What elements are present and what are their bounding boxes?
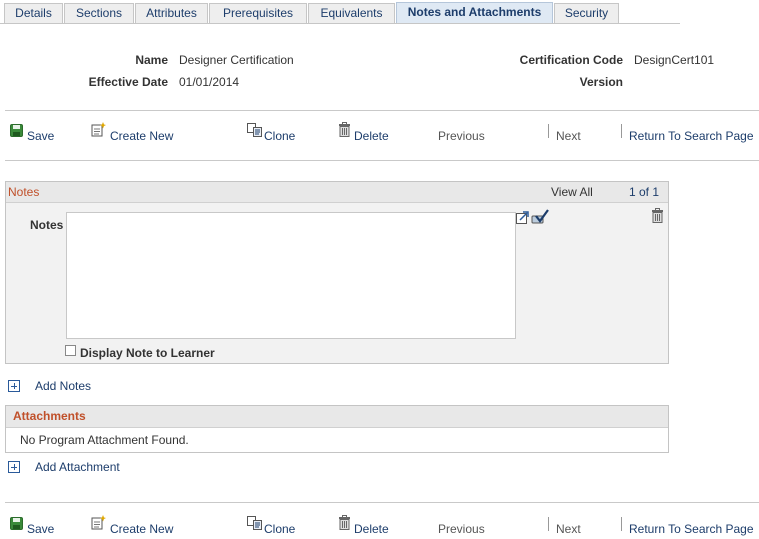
tab-prerequisites[interactable]: Prerequisites: [209, 3, 307, 23]
create-new-button[interactable]: Create New: [110, 129, 173, 143]
add-notes-icon[interactable]: [8, 380, 20, 392]
notes-grid-title: Notes: [8, 185, 40, 199]
save-icon[interactable]: [10, 124, 23, 140]
clone-button[interactable]: Clone: [264, 129, 295, 143]
previous-button[interactable]: Previous: [438, 522, 485, 536]
delete-icon[interactable]: [338, 515, 351, 533]
tab-underline: [0, 23, 680, 24]
attachments-title: Attachments: [13, 409, 86, 423]
save-button[interactable]: Save: [27, 522, 54, 536]
delete-button[interactable]: Delete: [354, 522, 389, 536]
attachments-header: Attachments: [6, 406, 668, 428]
spell-check-icon[interactable]: [531, 209, 549, 228]
next-button[interactable]: Next: [556, 522, 581, 536]
toolbar-separator: [548, 124, 549, 138]
tab-details[interactable]: Details: [4, 3, 63, 23]
toolbar-separator: [621, 124, 622, 138]
name-value: Designer Certification: [179, 53, 294, 67]
expand-icon[interactable]: [516, 211, 529, 227]
previous-button[interactable]: Previous: [438, 129, 485, 143]
certification-code-label: Certification Code: [519, 53, 623, 67]
save-icon[interactable]: [10, 517, 23, 533]
add-attachment-link[interactable]: Add Attachment: [35, 460, 120, 474]
display-note-label: Display Note to Learner: [80, 346, 215, 360]
return-to-search-link[interactable]: Return To Search Page: [629, 129, 754, 143]
divider-mid: [5, 160, 759, 161]
clone-icon[interactable]: [247, 123, 263, 141]
tab-equivalents[interactable]: Equivalents: [308, 3, 395, 23]
toolbar-separator: [548, 517, 549, 531]
delete-button[interactable]: Delete: [354, 129, 389, 143]
attachments-empty-message: No Program Attachment Found.: [20, 433, 189, 447]
tab-notes-and-attachments[interactable]: Notes and Attachments: [396, 2, 553, 24]
trash-icon[interactable]: [651, 208, 664, 226]
version-label: Version: [579, 75, 623, 89]
effective-date-value: 01/01/2014: [179, 75, 240, 89]
notes-grid-header: Notes View All 1 of 1: [6, 182, 668, 203]
display-note-checkbox[interactable]: [65, 345, 76, 356]
attachments-grid: Attachments No Program Attachment Found.: [5, 405, 669, 453]
tab-security[interactable]: Security: [554, 3, 619, 23]
return-to-search-link[interactable]: Return To Search Page: [629, 522, 754, 536]
view-all-link[interactable]: View All: [551, 185, 593, 199]
tab-bar: Details Sections Attributes Prerequisite…: [0, 0, 759, 25]
save-button[interactable]: Save: [27, 129, 54, 143]
certification-code-value: DesignCert101: [634, 53, 715, 67]
add-notes-link[interactable]: Add Notes: [35, 379, 91, 393]
divider-bottom: [5, 502, 759, 503]
toolbar-separator: [621, 517, 622, 531]
name-label: Name: [135, 53, 168, 67]
clone-button[interactable]: Clone: [264, 522, 295, 536]
tab-sections[interactable]: Sections: [64, 3, 134, 23]
notes-grid: Notes View All 1 of 1 Notes Display Note…: [5, 181, 669, 364]
notes-field-label: Notes: [30, 218, 64, 232]
tab-attributes[interactable]: Attributes: [135, 3, 208, 23]
create-new-icon[interactable]: [91, 515, 106, 533]
create-new-button[interactable]: Create New: [110, 522, 173, 536]
row-count: 1 of 1: [629, 185, 660, 199]
divider-top: [5, 110, 759, 111]
next-button[interactable]: Next: [556, 129, 581, 143]
delete-icon[interactable]: [338, 122, 351, 140]
effective-date-label: Effective Date: [88, 75, 168, 89]
create-new-icon[interactable]: [91, 122, 106, 140]
clone-icon[interactable]: [247, 516, 263, 534]
add-attachment-icon[interactable]: [8, 461, 20, 473]
notes-textarea[interactable]: [66, 212, 516, 339]
